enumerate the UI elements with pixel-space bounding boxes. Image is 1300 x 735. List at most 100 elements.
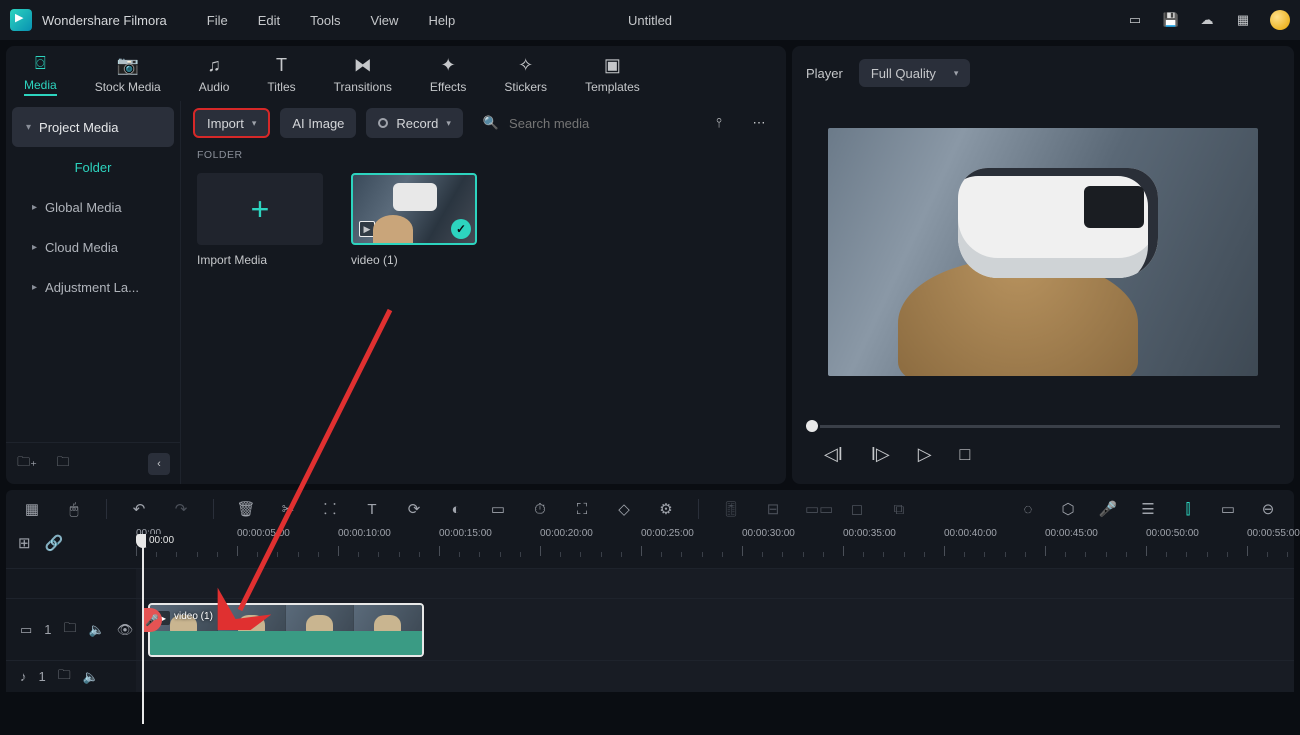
chevron-down-icon: ▾	[446, 118, 451, 129]
menu-file[interactable]: File	[207, 13, 228, 28]
scrub-bar[interactable]	[806, 414, 1280, 434]
lock-icon[interactable]: 🗀	[58, 666, 71, 688]
tab-stock-media[interactable]: 📷Stock Media	[95, 54, 161, 94]
collapse-sidebar-icon[interactable]: ‹	[148, 453, 170, 475]
lock-icon[interactable]: 🗀	[64, 619, 77, 641]
cloud-icon[interactable]: ☁	[1198, 11, 1216, 29]
filter-icon[interactable]: ⫯	[704, 108, 734, 138]
save-icon[interactable]: 💾	[1162, 11, 1180, 29]
overlap-icon[interactable]: ⧉	[889, 501, 909, 518]
quality-select[interactable]: Full Quality▾	[859, 59, 971, 87]
timeline-clip-video1[interactable]: ▶ video (1)	[148, 603, 424, 657]
sidebar-cloud-media[interactable]: ▸Cloud Media	[6, 227, 180, 267]
screen-icon[interactable]: ▭	[488, 500, 508, 518]
record-button[interactable]: Record▾	[366, 108, 462, 138]
redo-icon[interactable]: ↷	[171, 500, 191, 518]
speed-icon[interactable]: ⟳	[404, 500, 424, 518]
split-audio-icon[interactable]: ⊟	[763, 500, 783, 518]
zoom-out-icon[interactable]: ⊖	[1258, 500, 1278, 518]
sidebar-project-media[interactable]: ▾Project Media	[12, 107, 174, 147]
workspace-tabs: ⌼Media 📷Stock Media ♫Audio TTitles ⧓Tran…	[6, 46, 786, 101]
new-folder-icon[interactable]: 🗀₊	[16, 453, 38, 475]
tab-titles[interactable]: TTitles	[267, 54, 295, 94]
search-wrapper: 🔍	[473, 115, 694, 131]
more-icon[interactable]: ⋯	[744, 108, 774, 138]
clip-icon: ▶	[359, 221, 375, 237]
audio-eq-icon[interactable]: 🎚	[721, 500, 741, 518]
menu-view[interactable]: View	[370, 13, 398, 28]
import-button[interactable]: Import▾	[193, 108, 270, 138]
tab-audio[interactable]: ♫Audio	[199, 54, 230, 94]
adjust-icon[interactable]: ⚙	[656, 500, 676, 518]
stop-button[interactable]: □	[960, 444, 971, 465]
fit-icon[interactable]: ▭	[1218, 500, 1238, 518]
select-tool-icon[interactable]: 🖱	[64, 501, 84, 518]
text-icon: T	[270, 54, 294, 78]
visibility-icon[interactable]: 👁	[117, 622, 134, 638]
chevron-right-icon: ▸	[32, 202, 37, 213]
record-dot-icon	[378, 118, 388, 128]
transition-icon: ⧓	[351, 54, 375, 78]
folder-icon[interactable]: 🗀	[52, 453, 74, 475]
video-track-icon: ▭	[20, 622, 32, 638]
cut-icon[interactable]: ✂	[278, 500, 298, 518]
video-track-body[interactable]: ▶ video (1)	[136, 599, 1294, 660]
sidebar-folder-active[interactable]: Folder	[6, 147, 180, 187]
layout-icon[interactable]: ▦	[22, 500, 42, 518]
tab-transitions[interactable]: ⧓Transitions	[334, 54, 392, 94]
menu-edit[interactable]: Edit	[258, 13, 280, 28]
audio-track-body[interactable]	[136, 661, 1294, 692]
undo-icon[interactable]: ↶	[129, 500, 149, 518]
chevron-right-icon: ▸	[32, 282, 37, 293]
mute-icon[interactable]: 🔈	[83, 669, 99, 685]
tab-media[interactable]: ⌼Media	[24, 52, 57, 96]
stopwatch-icon[interactable]: ⏱	[530, 501, 550, 518]
marker-icon[interactable]: ◌	[1018, 501, 1038, 518]
ai-image-button[interactable]: AI Image	[280, 108, 356, 138]
play-button[interactable]: ▷	[918, 444, 932, 465]
audio-track-icon: ♪	[20, 669, 27, 684]
media-sidebar: ▾Project Media Folder ▸Global Media ▸Clo…	[6, 101, 181, 484]
playhead[interactable]: 00:00	[142, 534, 144, 724]
tab-templates[interactable]: ▣Templates	[585, 54, 640, 94]
group-icon[interactable]: ▭▭	[805, 500, 825, 518]
crop-icon[interactable]: ⸬	[320, 499, 340, 519]
import-media-tile[interactable]: + Import Media	[197, 173, 323, 267]
check-icon: ✓	[451, 219, 471, 239]
preview-viewport[interactable]	[806, 90, 1280, 414]
screen-icon[interactable]: ▭	[1126, 11, 1144, 29]
timeline-ruler[interactable]: 00:0000:00:05:0000:00:10:0000:00:15:0000…	[136, 528, 1294, 568]
keyframe-icon[interactable]: ◇	[614, 500, 634, 518]
mic-icon[interactable]: 🎤	[1098, 500, 1118, 518]
sidebar-adjustment-layer[interactable]: ▸Adjustment La...	[6, 267, 180, 307]
delete-icon[interactable]: 🗑	[236, 500, 256, 518]
video-track-1: ▭ 1 🗀 🔈 👁 ▶ video (1)	[6, 598, 1294, 660]
tab-stickers[interactable]: ✧Stickers	[504, 54, 547, 94]
shield-icon[interactable]: ⬡	[1058, 500, 1078, 518]
sidebar-global-media[interactable]: ▸Global Media	[6, 187, 180, 227]
list-icon[interactable]: ☰	[1138, 500, 1158, 518]
next-frame-button[interactable]: I▷	[871, 444, 890, 465]
user-avatar-icon[interactable]	[1270, 10, 1290, 30]
menu-help[interactable]: Help	[428, 13, 455, 28]
menu-tools[interactable]: Tools	[310, 13, 340, 28]
color-icon[interactable]: ◐	[446, 501, 466, 518]
ungroup-icon[interactable]: ◻	[847, 500, 867, 518]
folder-section-label: FOLDER	[181, 145, 786, 165]
transform-icon[interactable]: ⛶	[572, 501, 592, 518]
plus-icon: +	[251, 191, 270, 228]
prev-frame-button[interactable]: ◁I	[824, 444, 843, 465]
player-label: Player	[806, 66, 843, 81]
scrub-handle-icon[interactable]	[806, 420, 818, 432]
mute-icon[interactable]: 🔈	[89, 622, 105, 638]
template-icon: ▣	[600, 54, 624, 78]
tab-effects[interactable]: ✦Effects	[430, 54, 466, 94]
search-input[interactable]	[509, 116, 684, 131]
media-item-video1[interactable]: ▶ ✓ video (1)	[351, 173, 477, 267]
grid-icon[interactable]: ▦	[1234, 11, 1252, 29]
text-tool-icon[interactable]: T	[362, 501, 382, 518]
snap-icon[interactable]: ⫿	[1178, 501, 1198, 518]
add-track-icon[interactable]: ⊞	[18, 534, 31, 552]
link-icon[interactable]: 🔗	[45, 534, 64, 552]
camera-icon: 📷	[116, 54, 140, 78]
